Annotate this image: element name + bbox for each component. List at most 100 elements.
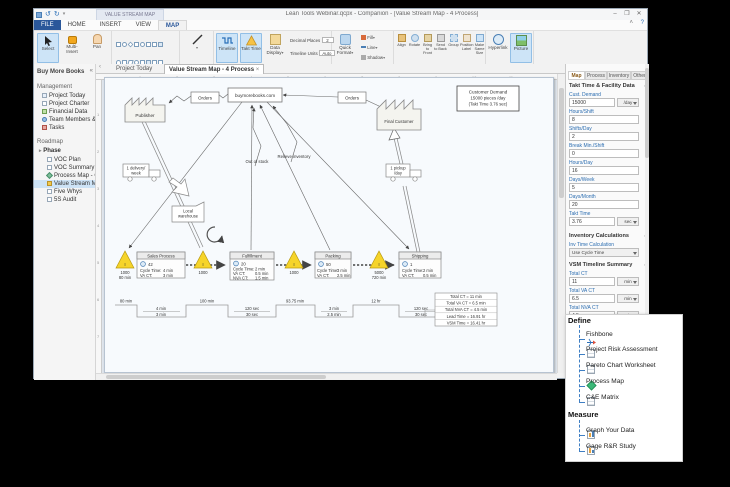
panel-tab-inventory[interactable]: Inventory — [607, 71, 631, 80]
break-min-input[interactable]: 0 — [569, 149, 639, 158]
hours-shift-input[interactable]: 8 — [569, 115, 639, 124]
flyout-item-process-map[interactable]: Process Map — [586, 376, 624, 387]
inventory-triangle-3[interactable]: I 1000 — [285, 251, 303, 275]
timeline-toggle-button[interactable]: Timeline — [216, 33, 238, 63]
sidebar-item-tasks[interactable]: Tasks — [34, 124, 95, 132]
multi-insert-button[interactable]: Multi-Insert — [61, 33, 83, 63]
publisher-factory[interactable]: Publisher — [125, 98, 165, 122]
tab-home[interactable]: HOME — [61, 20, 93, 30]
tab-scroll-left-icon[interactable]: ‹ — [99, 64, 101, 70]
flyout-item-graph-your-data[interactable]: Graph Your Data — [586, 425, 634, 436]
restore-button[interactable]: ❐ — [621, 10, 633, 19]
panel-scrollbar-thumb[interactable] — [645, 68, 649, 158]
align-button[interactable]: Align — [395, 33, 408, 63]
sidebar-item-project-today[interactable]: Project Today — [34, 92, 95, 100]
tab-view[interactable]: VIEW — [129, 20, 158, 30]
panel-tab-map[interactable]: Map — [568, 71, 585, 80]
days-week-input[interactable]: 5 — [569, 183, 639, 192]
ribbon-collapse-icon[interactable]: ˄ — [629, 20, 633, 26]
cust-demand-input[interactable]: 15000 — [569, 98, 615, 107]
group-button[interactable]: Group — [447, 33, 460, 63]
bring-to-front-button[interactable]: Bring to Front — [421, 33, 434, 63]
process-box-packing[interactable]: Packing 50 Cycle Time: 3 min VA CT: 2.5 … — [315, 252, 351, 278]
total-ct-input[interactable]: 11 — [569, 277, 615, 286]
help-icon[interactable]: ? — [641, 20, 644, 26]
connector-button[interactable]: ▾ — [186, 33, 208, 63]
local-warehouse[interactable]: Local warehouse — [172, 202, 204, 222]
inventory-triangle-1[interactable]: I 1000 80 min — [116, 251, 134, 280]
save-icon[interactable] — [36, 12, 42, 18]
vsm-timeline[interactable]: 80 min 100 min 93.75 min 12 hr 4 min 3 m… — [115, 299, 443, 318]
panel-tab-process[interactable]: Process — [585, 71, 607, 80]
loop-arrow-icon[interactable] — [207, 227, 222, 242]
days-month-input[interactable]: 20 — [569, 200, 639, 209]
send-to-back-button[interactable]: Send to Back — [434, 33, 447, 63]
sidebar-item-voc-plan[interactable]: VOC Plan — [34, 156, 95, 164]
sidebar-item-5s-audit[interactable]: 5S Audit — [34, 196, 95, 204]
doc-tab-value-stream-map[interactable]: Value Stream Map - 4 Process × — [164, 64, 264, 74]
undo-icon[interactable]: ↺ — [45, 10, 51, 19]
sidebar-collapse-icon[interactable]: « — [90, 68, 93, 74]
cust-demand-unit-dropdown[interactable]: /day — [617, 98, 639, 107]
summary-table[interactable]: Total CT = 11 min Total VA CT = 6.5 min … — [435, 293, 497, 326]
select-button[interactable]: Select — [37, 33, 59, 63]
sidebar-item-five-whys[interactable]: Five Whys — [34, 188, 95, 196]
process-box-sales[interactable]: Sales Process 42 Cycle Time: 4 min VA CT… — [137, 252, 185, 278]
expander-icon[interactable]: ▸ — [39, 148, 42, 154]
close-tab-icon[interactable]: × — [256, 67, 260, 73]
make-same-size-button[interactable]: Make Same Size — [473, 33, 486, 63]
fill-button[interactable]: Fill▾ — [361, 35, 375, 40]
inventory-triangle-2[interactable]: I 1000 — [194, 251, 212, 275]
takt-time-unit-dropdown[interactable]: sec — [617, 217, 639, 226]
orders-box-2[interactable]: Orders — [338, 92, 366, 103]
website-box[interactable]: buymorebooks.com — [228, 88, 282, 102]
flyout-item-gage-rr-study[interactable]: Gage R&R Study — [586, 441, 636, 452]
flyout-item-ce-matrix[interactable]: C&E Matrix — [586, 392, 619, 403]
flyout-item-project-risk-assessment[interactable]: Project Risk Assessment — [586, 344, 658, 355]
pan-button[interactable]: Pan — [86, 33, 108, 63]
sidebar-item-project-charter[interactable]: Project Charter — [34, 100, 95, 108]
total-ct-unit-dropdown[interactable]: min — [617, 277, 639, 286]
tab-file[interactable]: FILE — [34, 20, 61, 30]
data-display-button[interactable]: Data Display▾ — [264, 33, 286, 63]
flyout-item-fishbone[interactable]: Fishbone — [586, 329, 613, 340]
hours-day-input[interactable]: 16 — [569, 166, 639, 175]
customer-demand-box[interactable]: Customer Demand 15000 pieces /day (Takt … — [457, 86, 519, 111]
vertical-scrollbar-thumb[interactable] — [559, 88, 564, 198]
horizontal-scrollbar-thumb[interactable] — [106, 375, 326, 379]
shadow-button[interactable]: Shadow▾ — [361, 55, 385, 60]
hyperlink-button[interactable]: Hyperlink — [487, 33, 509, 63]
inventory-triangle-4[interactable]: I 5000 720 min — [370, 251, 388, 280]
position-label-button[interactable]: Position Label — [460, 33, 473, 63]
tab-insert[interactable]: INSERT — [93, 20, 129, 30]
takt-time-input[interactable]: 3.76 — [569, 217, 615, 226]
vertical-scrollbar[interactable] — [557, 74, 565, 373]
sidebar-item-value-stream-map[interactable]: Value Stream Map - 4 Process — [34, 180, 95, 188]
quick-format-button[interactable]: Quick Format▾ — [334, 33, 356, 63]
sidebar-item-phase[interactable]: ▸ Phase — [34, 147, 95, 155]
line-button[interactable]: Line▾ — [361, 45, 378, 50]
minimize-button[interactable]: – — [609, 10, 621, 19]
sidebar-item-process-map-current-state[interactable]: Process Map - Current State — [34, 172, 95, 180]
truck-pickup[interactable]: 1 pickup /day — [386, 164, 421, 181]
qat-dropdown-icon[interactable]: ▾ — [63, 10, 66, 19]
rotate-button[interactable]: Rotate — [408, 33, 421, 63]
redo-icon[interactable]: ↻ — [54, 10, 60, 19]
sidebar-item-team-members[interactable]: Team Members & Roles — [34, 116, 95, 124]
flyout-item-pareto-chart-worksheet[interactable]: Pareto Chart Worksheet — [586, 360, 656, 371]
drawing-page[interactable]: Publisher Orders buymorebooks.com Orders — [104, 77, 554, 373]
tab-map[interactable]: MAP — [158, 20, 187, 30]
takt-time-toggle-button[interactable]: Takt Time — [240, 33, 262, 63]
process-box-shipping[interactable]: Shipping 1 Cycle Time: 2 min VA CT: 0.5 … — [399, 252, 441, 278]
total-va-ct-unit-dropdown[interactable]: min — [617, 294, 639, 303]
final-customer-factory[interactable]: Final Customer — [377, 100, 421, 130]
shifts-day-input[interactable]: 2 — [569, 132, 639, 141]
doc-tab-project-today[interactable]: Project Today — [116, 64, 152, 74]
decimal-places-control[interactable]: Decimal Places 2 — [290, 37, 334, 43]
timeline-units-control[interactable]: Timeline Units Auto — [290, 50, 335, 56]
total-va-ct-input[interactable]: 6.5 — [569, 294, 615, 303]
close-button[interactable]: ✕ — [633, 10, 645, 19]
horizontal-scrollbar[interactable] — [96, 373, 557, 380]
truck-delivery[interactable]: 1 delivery/ week — [123, 164, 160, 181]
orders-box-1[interactable]: Orders — [191, 92, 219, 103]
